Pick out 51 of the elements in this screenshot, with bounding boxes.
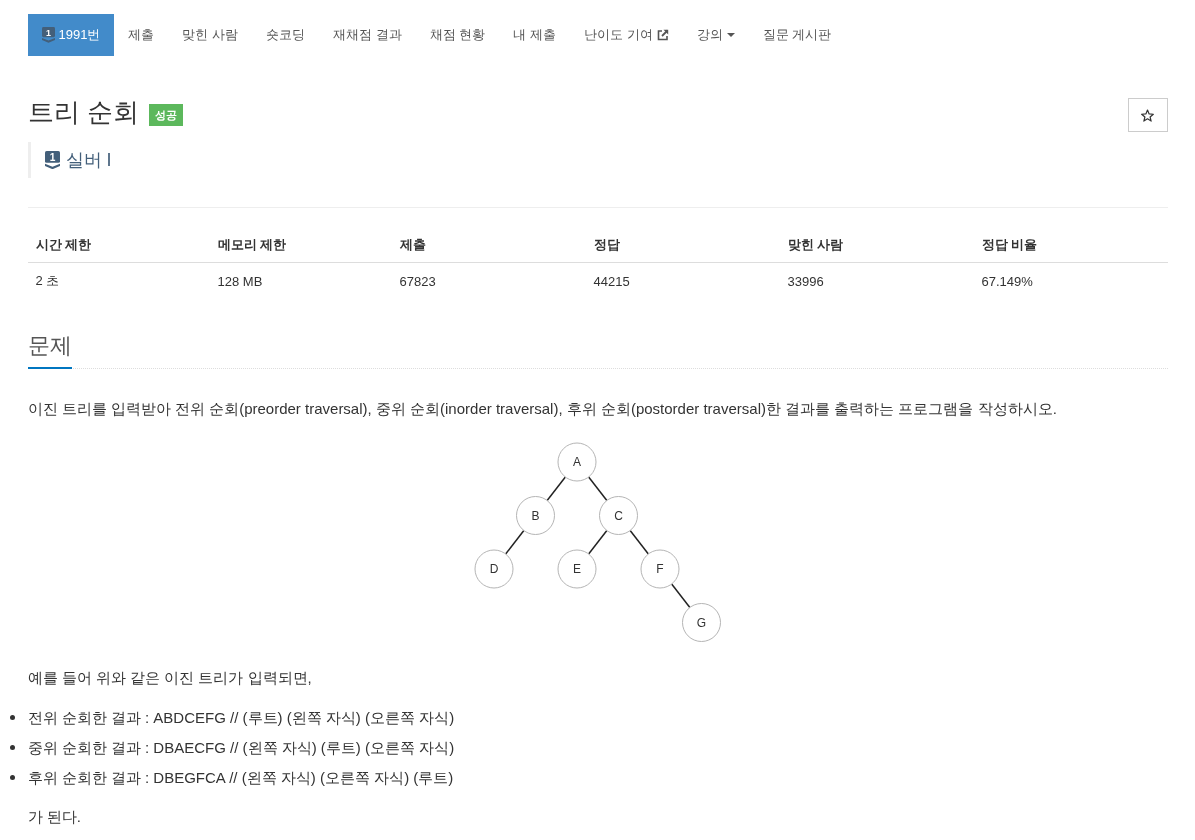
table-cell-text: 44215 bbox=[592, 272, 631, 291]
external-link-icon bbox=[656, 29, 669, 41]
table-cell-text: 67823 bbox=[398, 272, 437, 291]
favorite-button[interactable] bbox=[1127, 98, 1168, 132]
tree-node: A bbox=[557, 442, 597, 482]
column-header: 시간 제한 bbox=[27, 227, 210, 263]
tier-name: 실버 I bbox=[65, 149, 112, 172]
tree-edge bbox=[629, 529, 649, 555]
table-cell-text: 67.149% bbox=[980, 272, 1034, 291]
result-text: 중위 순회한 결과 : DBAECFG // (왼쪽 자식) (루트) (오른쪽 자식) bbox=[27, 737, 455, 758]
tree-edge bbox=[587, 529, 608, 555]
tree-edge bbox=[546, 476, 566, 502]
nav-tab[interactable]: 질문 게시판 bbox=[748, 14, 846, 56]
bullet-icon bbox=[9, 745, 15, 750]
nav-tab[interactable]: 숏코딩 bbox=[252, 14, 320, 56]
tree-node: B bbox=[515, 496, 555, 535]
column-header: 정답 비율 bbox=[973, 227, 1168, 263]
table-cell-text: 2 초 bbox=[34, 272, 61, 290]
column-header: 메모리 제한 bbox=[209, 227, 392, 263]
nav-tab[interactable]: 난이도 기여 bbox=[569, 14, 683, 56]
conclusion-text: 가 된다. bbox=[27, 806, 82, 827]
nav-tab[interactable]: 채점 현황 bbox=[415, 14, 500, 56]
bullet-icon bbox=[9, 715, 15, 720]
nav-tab[interactable]: 내 제출 bbox=[499, 14, 570, 56]
example-text: 예를 들어 위와 같은 이진 트리가 입력되면, bbox=[27, 667, 313, 688]
result-text: 후위 순회한 결과 : DBEGFCA // (왼쪽 자식) (오른쪽 자식) (루트) bbox=[27, 767, 454, 788]
result-text: 전위 순회한 결과 : ABDCEFG // (루트) (왼쪽 자식) (오른쪽 자식) bbox=[27, 707, 455, 728]
table-cell-text: 33996 bbox=[786, 272, 825, 291]
column-header: 정답 bbox=[585, 227, 780, 263]
tree-node: D bbox=[474, 549, 514, 589]
tree-node: G bbox=[681, 603, 721, 642]
table-cell-text: 128 MB bbox=[216, 272, 264, 291]
column-header: 맞힌 사람 bbox=[779, 227, 974, 263]
tree-edge bbox=[504, 529, 525, 555]
tree-node: E bbox=[557, 549, 597, 589]
problem-description: 이진 트리를 입력받아 전위 순회(preorder traversal), 중위 순회(inorder traversal), 후위 순회(postorder traversal)한 결과를 출력하는 프로그램을 작성하시오. bbox=[27, 399, 1058, 419]
caret-icon bbox=[726, 33, 735, 37]
tree-edge bbox=[670, 583, 691, 609]
tree-node: C bbox=[598, 496, 638, 535]
tree-node: F bbox=[640, 549, 680, 589]
tree-edge bbox=[587, 476, 608, 502]
problem-title: 트리 순회 bbox=[27, 96, 139, 128]
nav-tab[interactable]: 강의 bbox=[682, 14, 749, 56]
result-label: 성공 bbox=[148, 104, 183, 126]
nav-tab[interactable]: 맞힌 사람 bbox=[168, 14, 253, 56]
nav-tab[interactable]: 1 1991번 bbox=[27, 14, 115, 56]
nav-tab[interactable]: 제출 bbox=[114, 14, 169, 56]
nav-tab[interactable]: 재채점 결과 bbox=[319, 14, 416, 56]
column-header: 제출 bbox=[391, 227, 586, 263]
section-heading: 문제 bbox=[27, 333, 72, 369]
bullet-icon bbox=[9, 775, 15, 780]
